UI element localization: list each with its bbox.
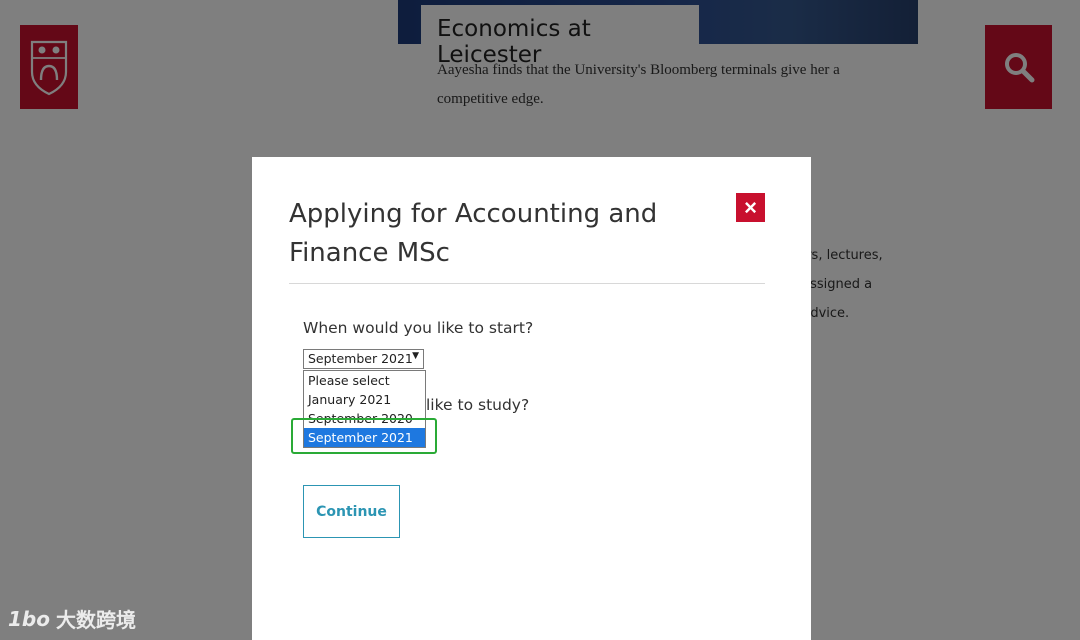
- watermark-text: 大数跨境: [55, 608, 136, 632]
- start-date-select[interactable]: September 2021 ▼: [303, 349, 424, 369]
- divider: [289, 283, 765, 284]
- chevron-down-icon: ▼: [412, 351, 419, 361]
- close-button[interactable]: ×: [736, 193, 765, 222]
- dropdown-option[interactable]: Please select: [304, 371, 425, 390]
- continue-button[interactable]: Continue: [303, 485, 400, 538]
- close-icon: ×: [744, 194, 757, 220]
- start-question-label: When would you like to start?: [303, 319, 534, 337]
- dropdown-option[interactable]: January 2021: [304, 390, 425, 409]
- watermark: 1bo 大数跨境: [8, 604, 136, 633]
- watermark-logo: 1bo: [8, 606, 50, 631]
- study-question-label: like to study?: [426, 396, 530, 414]
- selection-highlight: [291, 418, 437, 454]
- select-value: September 2021: [308, 351, 413, 366]
- apply-modal: Applying for Accounting and Finance MSc …: [252, 157, 811, 640]
- modal-title: Applying for Accounting and Finance MSc: [289, 199, 658, 268]
